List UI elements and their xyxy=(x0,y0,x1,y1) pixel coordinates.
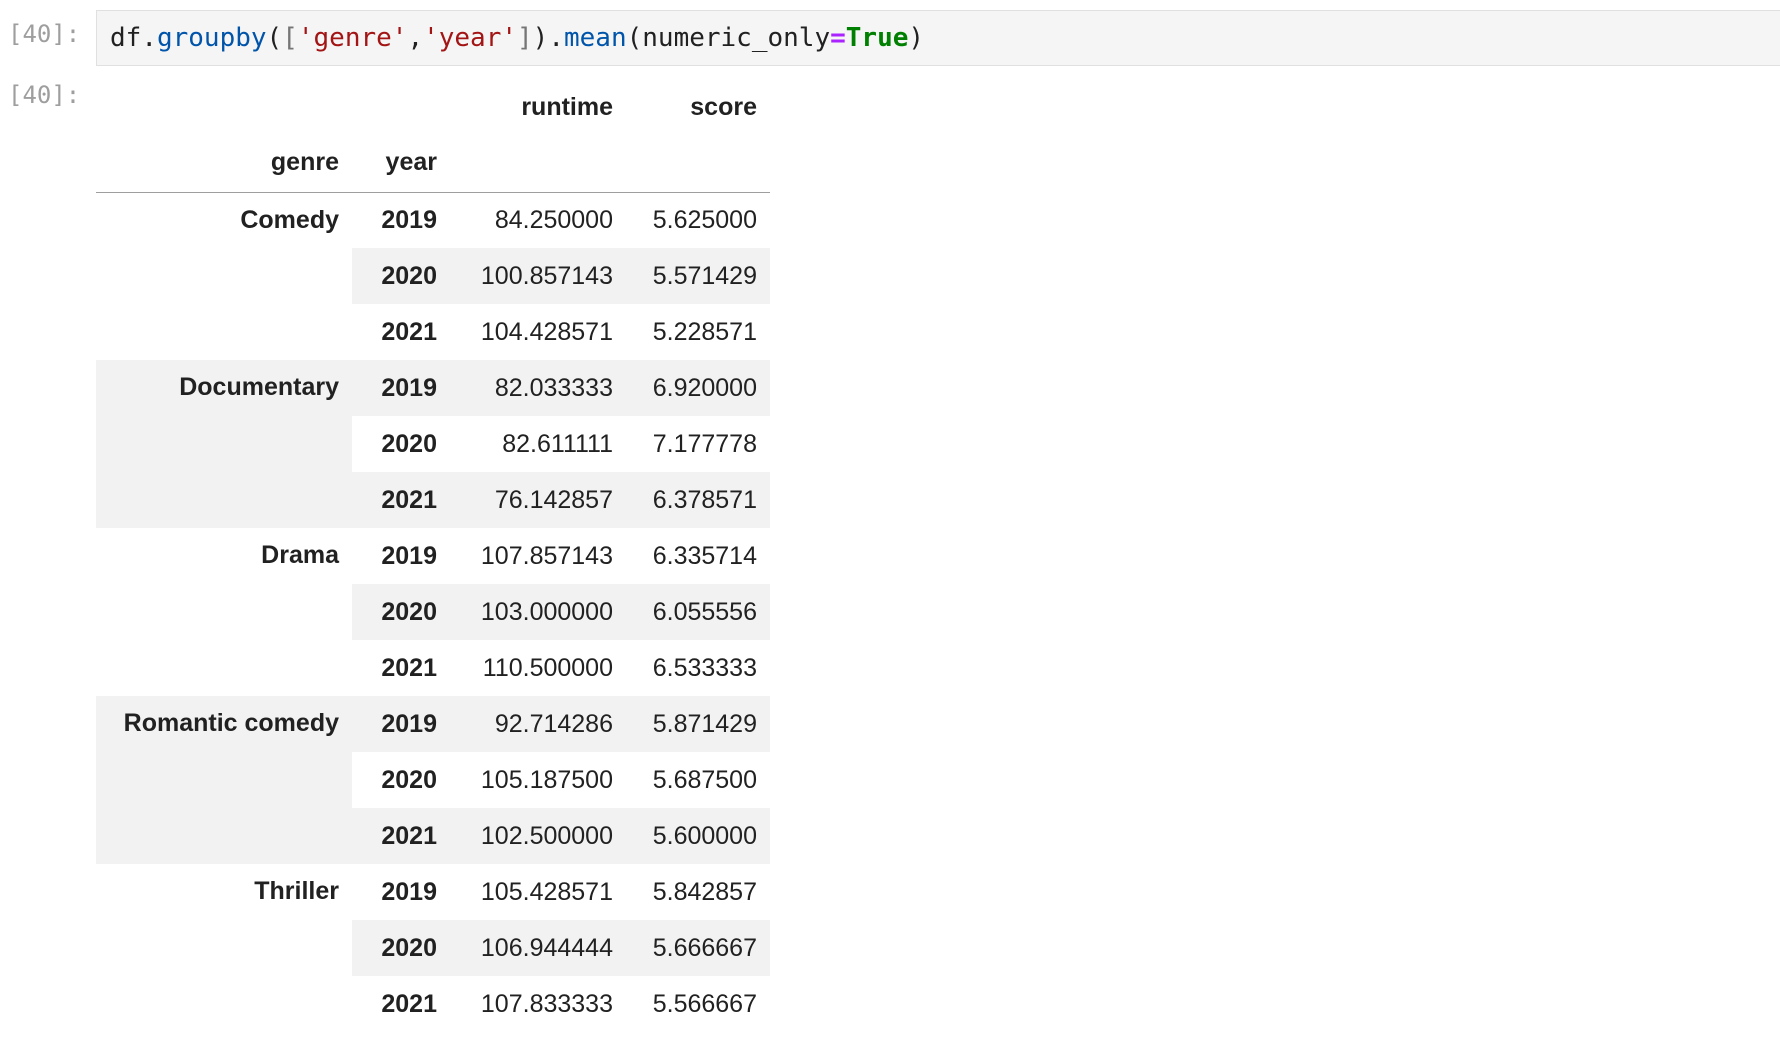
year-index-cell: 2021 xyxy=(352,808,450,864)
blank-header-cell xyxy=(450,134,626,193)
code-token-paren: ( xyxy=(626,23,643,53)
table-row: Romantic comedy 2019 92.714286 5.871429 xyxy=(96,696,770,864)
blank-header-cell xyxy=(626,134,770,193)
year-index-cell: 2021 xyxy=(381,653,437,682)
score-cell: 6.378571 xyxy=(626,472,770,528)
runtime-cell: 106.944444 xyxy=(450,920,626,976)
year-index-cell: 2019 xyxy=(381,541,437,570)
score-cell: 5.687500 xyxy=(652,765,757,794)
code-token-dot: . xyxy=(141,23,157,53)
genre-index-cell: Drama xyxy=(261,541,339,569)
score-cell: 7.177778 xyxy=(652,429,757,458)
input-prompt: [40]: xyxy=(8,20,81,48)
code-token-bracket: [ xyxy=(282,23,298,53)
score-cell: 5.228571 xyxy=(652,317,757,346)
score-cell: 5.666667 xyxy=(626,920,770,976)
runtime-cell: 103.000000 xyxy=(450,584,626,640)
genre-index-cell: Comedy xyxy=(240,205,339,234)
runtime-cell: 104.428571 xyxy=(480,317,613,346)
year-index-cell: 2021 xyxy=(352,472,450,528)
runtime-cell: 105.187500 xyxy=(480,765,613,794)
runtime-cell: 107.833333 xyxy=(480,989,613,1018)
code-token-bracket: ] xyxy=(517,23,533,53)
runtime-cell: 110.500000 xyxy=(482,653,613,682)
score-cell: 5.871429 xyxy=(626,696,770,752)
code-token-comma: , xyxy=(407,23,424,53)
code-token-paren: ( xyxy=(266,23,283,53)
year-index-cell: 2019 xyxy=(352,360,450,416)
score-cell: 5.842857 xyxy=(652,877,757,906)
year-index-cell: 2020 xyxy=(352,248,450,304)
runtime-cell: 107.857143 xyxy=(480,541,613,570)
runtime-cell: 100.857143 xyxy=(450,248,626,304)
year-index-cell: 2021 xyxy=(381,317,437,346)
blank-header-cell xyxy=(96,80,352,134)
column-header-runtime: runtime xyxy=(521,92,613,121)
year-index-cell: 2021 xyxy=(381,989,437,1018)
score-cell: 6.335714 xyxy=(652,541,757,570)
blank-header-cell xyxy=(352,80,450,134)
runtime-cell: 105.428571 xyxy=(480,877,613,906)
code-line[interactable]: df.groupby(['genre','year']).mean(numeri… xyxy=(110,23,924,53)
table-row: Comedy 2019 84.250000 5.625000 xyxy=(96,192,770,248)
year-index-cell: 2020 xyxy=(381,429,437,458)
code-token-true: True xyxy=(845,23,909,53)
score-cell: 5.566667 xyxy=(652,989,757,1018)
table-row: Documentary 2019 82.033333 6.920000 xyxy=(96,360,770,528)
code-token-string-genre: 'genre' xyxy=(297,23,408,53)
column-header-score: score xyxy=(690,92,757,121)
code-token-object: df xyxy=(110,23,142,53)
output-prompt: [40]: xyxy=(8,81,81,109)
score-cell: 5.571429 xyxy=(626,248,770,304)
genre-index-cell: Romantic comedy xyxy=(96,696,352,864)
genre-index-cell: Documentary xyxy=(96,360,352,528)
code-token-equals: = xyxy=(830,23,846,53)
year-index-cell: 2020 xyxy=(381,765,437,794)
runtime-cell: 102.500000 xyxy=(450,808,626,864)
score-cell: 6.055556 xyxy=(626,584,770,640)
score-cell: 6.533333 xyxy=(652,653,757,682)
code-token-paren: ) xyxy=(532,23,549,53)
code-token-string-year: 'year' xyxy=(423,23,518,53)
runtime-cell: 82.033333 xyxy=(450,360,626,416)
table-row: Drama 2019 107.857143 6.335714 xyxy=(96,528,770,584)
runtime-cell: 82.611111 xyxy=(502,429,613,458)
year-index-cell: 2019 xyxy=(381,205,437,234)
index-header-genre: genre xyxy=(96,134,352,193)
score-cell: 5.600000 xyxy=(626,808,770,864)
code-token-kwarg: numeric_only xyxy=(642,23,831,53)
code-token-method-mean: mean xyxy=(563,23,627,53)
score-cell: 6.920000 xyxy=(626,360,770,416)
score-cell: 5.625000 xyxy=(652,205,757,234)
runtime-cell: 84.250000 xyxy=(494,205,613,234)
code-token-method-groupby: groupby xyxy=(156,23,267,53)
runtime-cell: 76.142857 xyxy=(450,472,626,528)
year-index-cell: 2020 xyxy=(352,920,450,976)
year-index-cell: 2020 xyxy=(352,584,450,640)
output-area: runtime score genre year Comedy 2019 84.… xyxy=(96,80,770,1032)
code-token-dot: . xyxy=(548,23,564,53)
code-input-cell[interactable]: df.groupby(['genre','year']).mean(numeri… xyxy=(96,10,1780,66)
dataframe-table: runtime score genre year Comedy 2019 84.… xyxy=(96,80,770,1032)
code-token-paren: ) xyxy=(908,23,925,53)
table-row: Thriller 2019 105.428571 5.842857 xyxy=(96,864,770,920)
index-header-year: year xyxy=(352,134,450,193)
runtime-cell: 92.714286 xyxy=(450,696,626,752)
year-index-cell: 2019 xyxy=(381,877,437,906)
year-index-cell: 2019 xyxy=(352,696,450,752)
genre-index-cell: Thriller xyxy=(254,877,339,905)
